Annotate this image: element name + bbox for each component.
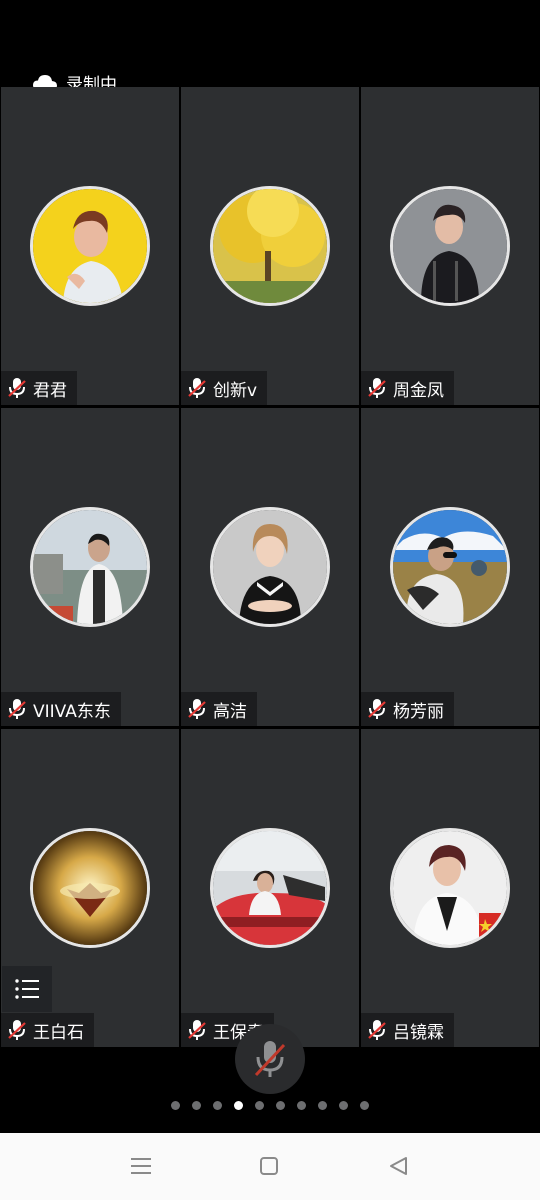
- mic-off-icon: [8, 378, 26, 398]
- participant-tile[interactable]: 杨芳丽: [361, 408, 539, 726]
- page-dot[interactable]: [318, 1101, 327, 1110]
- avatar: [210, 186, 330, 306]
- name-tag: 高洁: [181, 692, 257, 726]
- page-dot-active[interactable]: [234, 1101, 243, 1110]
- page-dot[interactable]: [255, 1101, 264, 1110]
- square-icon[interactable]: [257, 1153, 283, 1179]
- page-dot[interactable]: [297, 1101, 306, 1110]
- name-tag: 王白石: [1, 1013, 94, 1047]
- system-navigation-bar: [0, 1133, 540, 1200]
- mic-toggle-button[interactable]: [235, 1024, 305, 1094]
- mic-off-icon: [8, 1020, 26, 1040]
- participant-name: 创新v: [213, 380, 258, 401]
- participant-name: 王白石: [33, 1022, 84, 1043]
- menu-icon[interactable]: [129, 1153, 155, 1179]
- name-tag: 吕镜霖: [361, 1013, 454, 1047]
- participant-name: 君君: [33, 380, 67, 401]
- mic-off-icon: [368, 1020, 386, 1040]
- list-icon: [15, 979, 39, 999]
- name-tag: 杨芳丽: [361, 692, 454, 726]
- avatar: [30, 186, 150, 306]
- avatar: [30, 828, 150, 948]
- page-dot[interactable]: [213, 1101, 222, 1110]
- participant-tile[interactable]: 王保春: [181, 729, 359, 1047]
- participant-list-button[interactable]: [2, 966, 52, 1012]
- participant-tile[interactable]: 周金凤: [361, 87, 539, 405]
- participant-tile[interactable]: 创新v: [181, 87, 359, 405]
- name-tag: VIIVA东东: [1, 692, 121, 726]
- mic-off-icon: [188, 378, 206, 398]
- page-dot[interactable]: [192, 1101, 201, 1110]
- page-dot[interactable]: [339, 1101, 348, 1110]
- avatar: [390, 507, 510, 627]
- page-dot[interactable]: [276, 1101, 285, 1110]
- participant-tile[interactable]: VIIVA东东: [1, 408, 179, 726]
- mic-off-icon: [254, 1041, 286, 1077]
- page-indicator: [0, 1101, 540, 1110]
- avatar: [30, 507, 150, 627]
- mic-off-icon: [188, 699, 206, 719]
- avatar: [390, 828, 510, 948]
- name-tag: 创新v: [181, 371, 268, 405]
- participant-name: 杨芳丽: [393, 701, 444, 722]
- participant-tile[interactable]: 高洁: [181, 408, 359, 726]
- name-tag: 君君: [1, 371, 77, 405]
- meeting-screen: 录制中 君君 创新v 周金凤 VIIVA东东 高洁 杨芳丽 王白石 王保春 吕镜…: [0, 0, 540, 1200]
- avatar: [210, 507, 330, 627]
- name-tag: 周金凤: [361, 371, 454, 405]
- mic-off-icon: [8, 699, 26, 719]
- back-triangle-icon[interactable]: [386, 1153, 412, 1179]
- participant-tile[interactable]: 君君: [1, 87, 179, 405]
- page-dot[interactable]: [360, 1101, 369, 1110]
- page-dot[interactable]: [171, 1101, 180, 1110]
- participant-name: 高洁: [213, 701, 247, 722]
- avatar: [390, 186, 510, 306]
- participant-name: 周金凤: [393, 380, 444, 401]
- participant-name: 吕镜霖: [393, 1022, 444, 1043]
- participant-tile[interactable]: 吕镜霖: [361, 729, 539, 1047]
- mic-off-icon: [368, 699, 386, 719]
- mic-off-icon: [188, 1020, 206, 1040]
- participant-grid: 君君 创新v 周金凤 VIIVA东东 高洁 杨芳丽 王白石 王保春 吕镜霖: [0, 87, 540, 1047]
- mic-off-icon: [368, 378, 386, 398]
- avatar: [210, 828, 330, 948]
- participant-name: VIIVA东东: [33, 701, 111, 722]
